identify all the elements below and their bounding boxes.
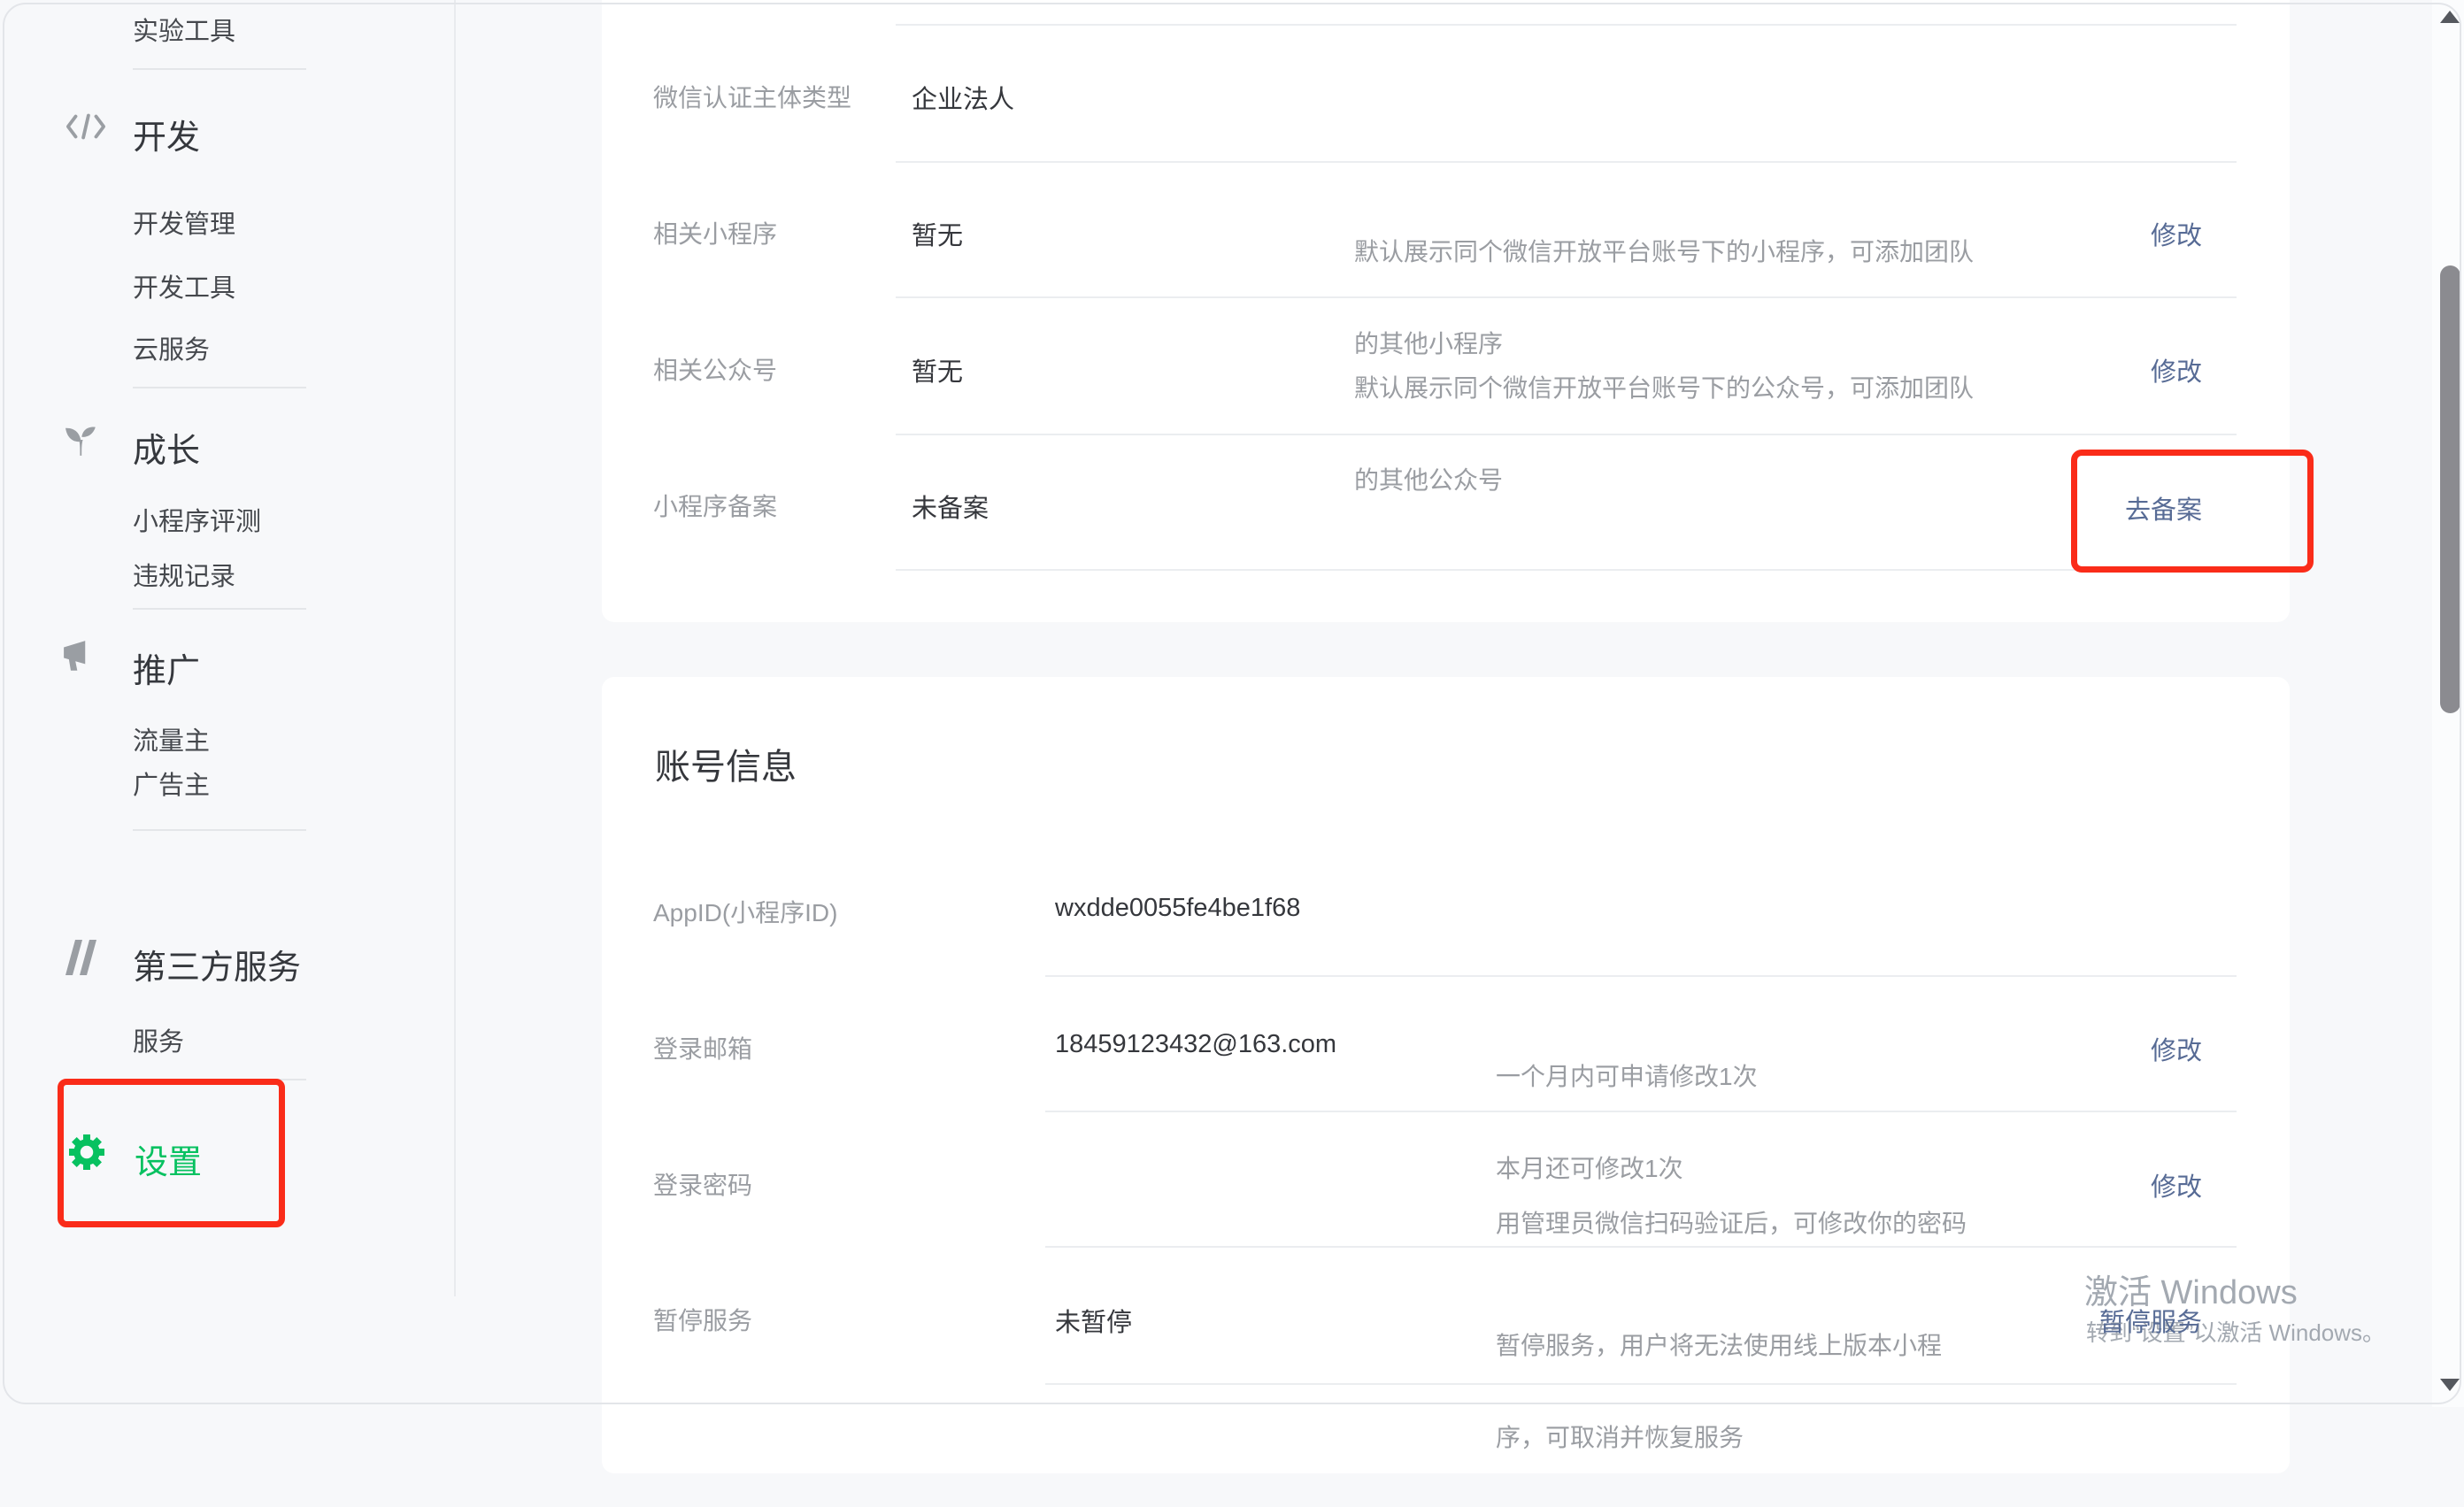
modify-related-miniprograms-link[interactable]: 修改 bbox=[2151, 215, 2202, 252]
scroll-down-arrow-icon[interactable] bbox=[2440, 1379, 2460, 1391]
annotation-box-icp-filing bbox=[2071, 450, 2314, 573]
modify-related-official-accounts-link[interactable]: 修改 bbox=[2151, 351, 2202, 388]
scrollbar-thumb[interactable] bbox=[2440, 265, 2460, 713]
sidebar-item-traffic-owner[interactable]: 流量主 bbox=[133, 720, 210, 757]
field-value-related-official-accounts: 暂无 bbox=[912, 351, 963, 388]
code-icon bbox=[65, 113, 106, 144]
field-value-verification-subject-type: 企业法人 bbox=[912, 79, 1014, 116]
sidebar-separator bbox=[133, 608, 306, 610]
field-value-login-email: 18459123432@163.com bbox=[1055, 1030, 1336, 1059]
field-label-suspend-service: 暂停服务 bbox=[653, 1302, 752, 1337]
field-value-appid: wxdde0055fe4be1f68 bbox=[1055, 894, 1300, 923]
field-desc-login-email: 一个月内可申请修改1次 bbox=[1496, 1054, 1758, 1100]
field-label-verification-subject-type: 微信认证主体类型 bbox=[653, 79, 851, 114]
scroll-up-arrow-icon[interactable] bbox=[2440, 11, 2460, 23]
sidebar-section-promotion[interactable]: 推广 bbox=[133, 643, 200, 692]
field-value-related-miniprograms: 暂无 bbox=[912, 215, 963, 252]
sidebar-separator bbox=[133, 829, 306, 831]
sidebar-section-growth[interactable]: 成长 bbox=[133, 423, 200, 472]
megaphone-icon bbox=[62, 641, 99, 679]
row-divider bbox=[896, 161, 2237, 163]
sidebar-item-violation-records[interactable]: 违规记录 bbox=[133, 556, 235, 593]
field-label-related-miniprograms: 相关小程序 bbox=[653, 215, 777, 250]
sidebar-divider bbox=[454, 0, 456, 1296]
field-desc-suspend-service: 暂停服务，用户将无法使用线上版本小程 bbox=[1496, 1323, 1942, 1369]
field-label-login-password: 登录密码 bbox=[653, 1166, 752, 1202]
sidebar-item-advertiser[interactable]: 广告主 bbox=[133, 765, 210, 802]
sidebar-separator bbox=[133, 387, 306, 388]
sidebar-item-develop-tools[interactable]: 开发工具 bbox=[133, 267, 235, 304]
sidebar-section-develop[interactable]: 开发 bbox=[133, 110, 200, 158]
account-info-title: 账号信息 bbox=[655, 738, 797, 789]
field-label-login-email: 登录邮箱 bbox=[653, 1030, 752, 1065]
sidebar-separator bbox=[133, 68, 306, 70]
field-desc-related-official-accounts: 的其他公众号 bbox=[1354, 457, 1974, 504]
field-value-suspend-service: 未暂停 bbox=[1055, 1302, 1132, 1339]
suspend-service-link[interactable]: 暂停服务 bbox=[2099, 1302, 2202, 1339]
field-label-related-official-accounts: 相关公众号 bbox=[653, 351, 777, 387]
row-divider bbox=[896, 24, 2237, 26]
sidebar-section-third-party[interactable]: 第三方服务 bbox=[133, 940, 301, 988]
field-desc-suspend-service: 序，可取消并恢复服务 bbox=[1496, 1415, 1942, 1461]
field-desc-related-miniprograms: 默认展示同个微信开放平台账号下的小程序，可添加团队 bbox=[1354, 229, 1974, 275]
sidebar-item-cloud-service[interactable]: 云服务 bbox=[133, 329, 210, 366]
annotation-box-settings bbox=[58, 1079, 285, 1227]
field-desc-related-official-accounts: 默认展示同个微信开放平台账号下的公众号，可添加团队 bbox=[1354, 365, 1974, 411]
field-desc-login-password: 用管理员微信扫码验证后，可修改你的密码 bbox=[1496, 1201, 1967, 1247]
row-divider bbox=[1045, 975, 2237, 977]
sidebar-item-service[interactable]: 服务 bbox=[133, 1021, 184, 1058]
field-label-miniprogram-icp-filing: 小程序备案 bbox=[653, 488, 777, 523]
modify-login-password-link[interactable]: 修改 bbox=[2151, 1166, 2202, 1203]
sidebar-item-miniprogram-evaluation[interactable]: 小程序评测 bbox=[133, 501, 261, 538]
sidebar-item-develop-management[interactable]: 开发管理 bbox=[133, 204, 235, 241]
modify-login-email-link[interactable]: 修改 bbox=[2151, 1030, 2202, 1067]
third-party-icon bbox=[62, 940, 103, 980]
field-label-appid: AppID(小程序ID) bbox=[653, 894, 837, 929]
row-divider bbox=[896, 569, 2237, 571]
field-value-miniprogram-icp-filing: 未备案 bbox=[912, 488, 989, 525]
account-info-card bbox=[602, 677, 2290, 1473]
sprout-icon bbox=[65, 424, 98, 462]
sidebar-item-experiment-tools[interactable]: 实验工具 bbox=[133, 11, 235, 48]
